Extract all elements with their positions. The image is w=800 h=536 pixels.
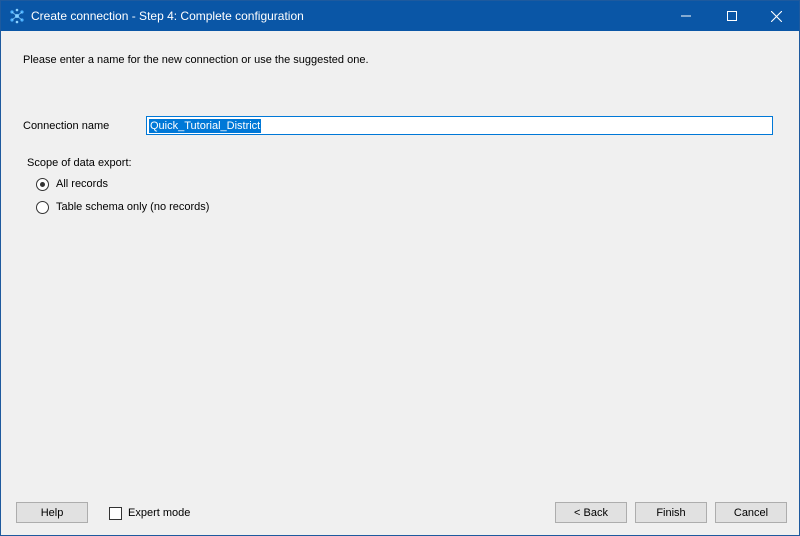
- radio-all-records[interactable]: All records: [36, 177, 108, 191]
- network-nodes-icon: [9, 8, 25, 24]
- minimize-button[interactable]: [663, 1, 709, 31]
- radio-schema-only[interactable]: Table schema only (no records): [36, 200, 209, 214]
- connection-name-input[interactable]: Quick_Tutorial_District: [146, 116, 773, 135]
- minimize-icon: [681, 11, 691, 21]
- title-bar[interactable]: Create connection - Step 4: Complete con…: [1, 1, 799, 31]
- scope-label: Scope of data export:: [27, 157, 132, 169]
- finish-button[interactable]: Finish: [635, 502, 707, 523]
- cancel-button[interactable]: Cancel: [715, 502, 787, 523]
- window-title: Create connection - Step 4: Complete con…: [31, 9, 304, 23]
- connection-name-value: Quick_Tutorial_District: [149, 119, 262, 133]
- close-icon: [770, 10, 782, 22]
- connection-name-label: Connection name: [23, 120, 110, 132]
- radio-all-records-label: All records: [56, 178, 108, 190]
- instruction-text: Please enter a name for the new connecti…: [23, 54, 369, 66]
- help-button[interactable]: Help: [16, 502, 88, 523]
- expert-mode-label: Expert mode: [128, 507, 191, 519]
- radio-unchecked-icon: [36, 200, 49, 214]
- close-button[interactable]: [753, 1, 799, 31]
- dialog-window: Create connection - Step 4: Complete con…: [0, 0, 800, 536]
- expert-mode-checkbox[interactable]: Expert mode: [109, 506, 190, 520]
- radio-checked-icon: [36, 177, 49, 191]
- checkbox-unchecked-icon: [109, 506, 122, 520]
- back-button[interactable]: < Back: [555, 502, 627, 523]
- radio-schema-only-label: Table schema only (no records): [56, 201, 210, 213]
- maximize-button[interactable]: [709, 1, 755, 31]
- maximize-icon: [727, 11, 737, 21]
